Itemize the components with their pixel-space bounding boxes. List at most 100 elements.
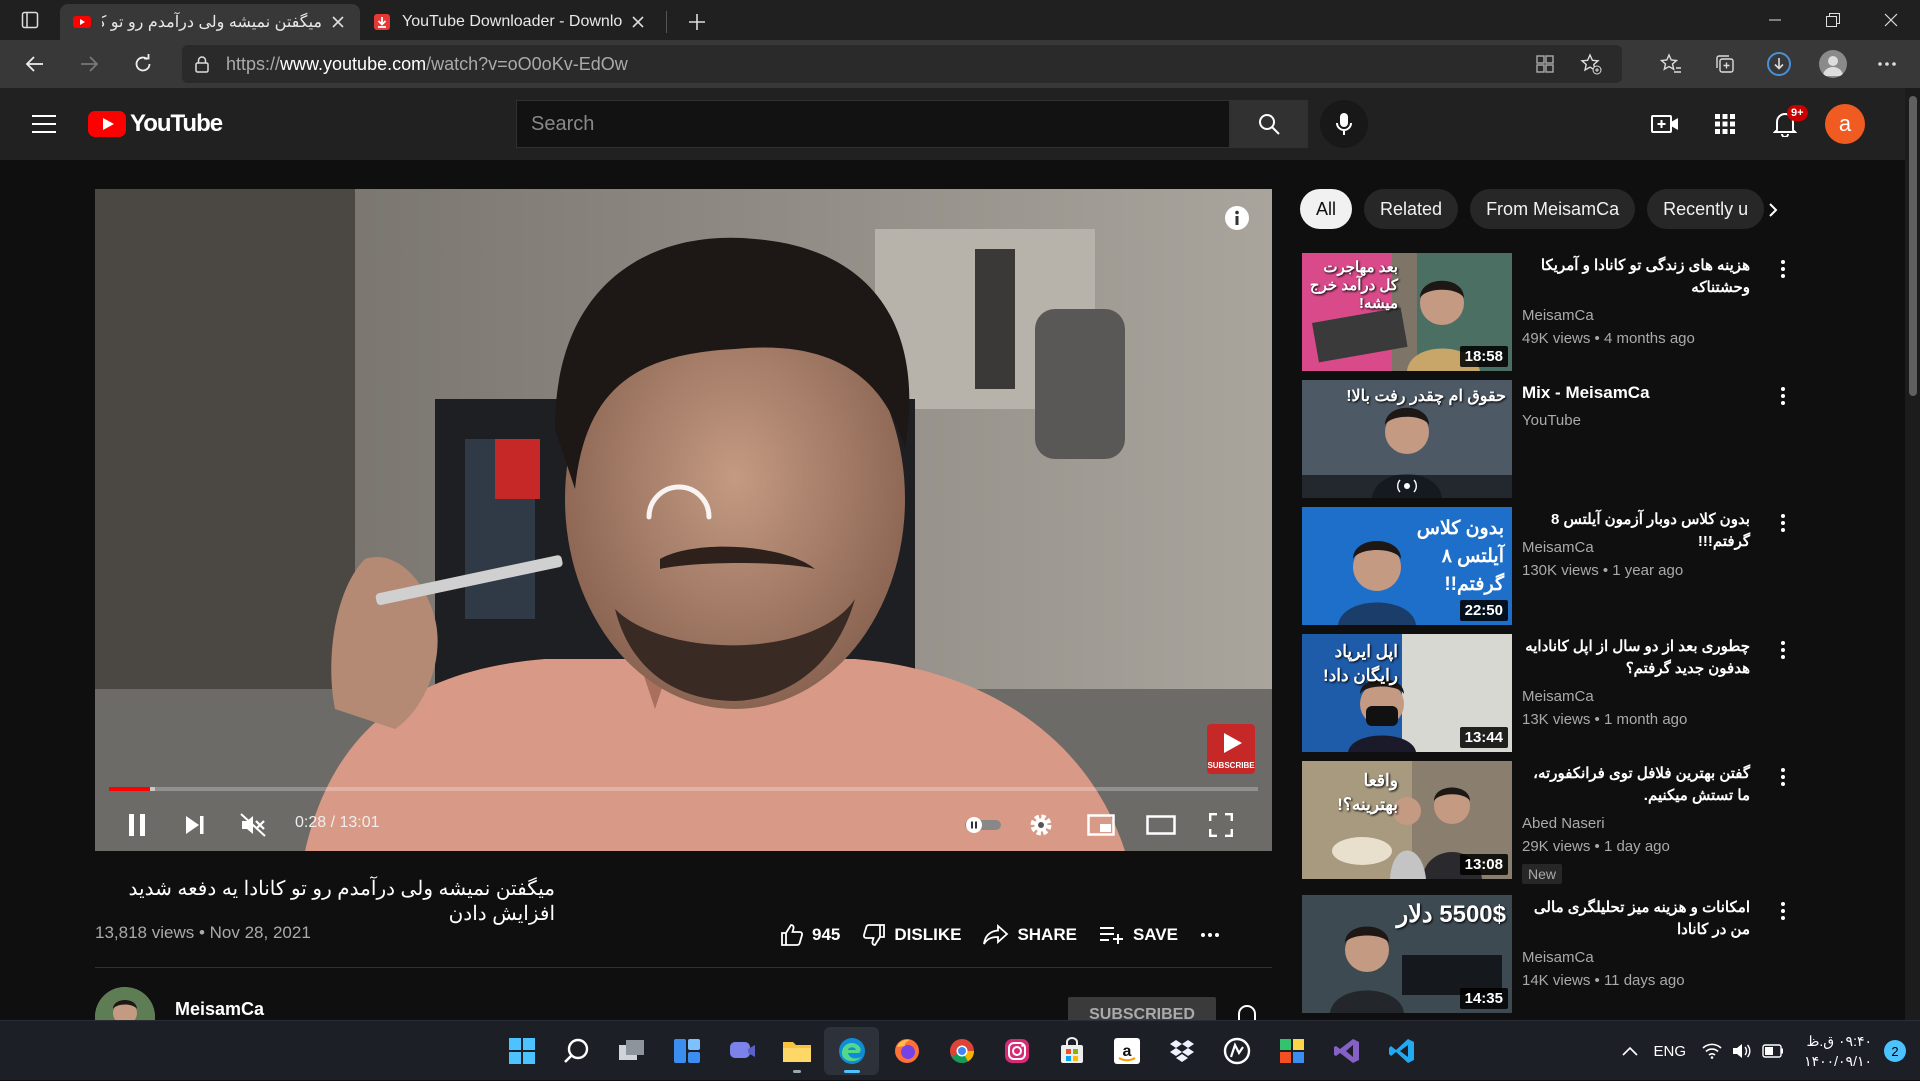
- app-available-button[interactable]: [1522, 54, 1568, 74]
- video-player[interactable]: SUBSCRIBE 0:28 / 13:01: [95, 189, 1272, 851]
- vscode-button[interactable]: [1374, 1027, 1429, 1075]
- video-thumbnail[interactable]: واقعا بهترینه؟! 13:08: [1302, 761, 1512, 879]
- settings-more-button[interactable]: [1860, 61, 1914, 67]
- youtube-logo[interactable]: YouTube: [88, 110, 223, 138]
- profile-button[interactable]: [1806, 50, 1860, 78]
- pause-button[interactable]: [115, 803, 159, 847]
- more-options-button[interactable]: [1780, 640, 1800, 660]
- forward-button[interactable]: [62, 40, 116, 88]
- channel-name[interactable]: MeisamCa: [1522, 539, 1594, 556]
- back-button[interactable]: [8, 40, 62, 88]
- chip-from-channel[interactable]: From MeisamCa: [1470, 189, 1636, 229]
- chip-recently-uploaded[interactable]: Recently u: [1647, 189, 1765, 229]
- tab-youtube-downloader[interactable]: YouTube Downloader - Download: [360, 4, 660, 40]
- dropbox-button[interactable]: [1154, 1027, 1209, 1075]
- recommended-video[interactable]: بدون کلاس آیلتس ۸ گرفتم!! 22:50 بدون کلا…: [1302, 507, 1785, 625]
- tab-youtube-video[interactable]: میگفتن نمیشه ولی درآمدم رو تو کانادا: [60, 4, 360, 40]
- favorites-button[interactable]: [1644, 53, 1698, 75]
- dislike-button[interactable]: DISLIKE: [862, 923, 961, 947]
- lock-icon[interactable]: [182, 55, 222, 73]
- video-title[interactable]: Mix - MeisamCa: [1522, 382, 1750, 404]
- channel-name[interactable]: MeisamCa: [1522, 688, 1594, 705]
- like-button[interactable]: 945: [780, 923, 840, 947]
- channel-name[interactable]: Abed Naseri: [1522, 815, 1605, 832]
- file-explorer-button[interactable]: [769, 1027, 824, 1075]
- recommended-video[interactable]: واقعا بهترینه؟! 13:08 گفتن بهترین فلافل …: [1302, 761, 1785, 911]
- progress-bar[interactable]: [109, 787, 1258, 791]
- close-tab-icon[interactable]: [328, 12, 348, 32]
- scrollbar-thumb[interactable]: [1909, 96, 1917, 396]
- page-scrollbar[interactable]: [1905, 88, 1920, 1020]
- guide-menu-button[interactable]: [22, 102, 66, 146]
- video-title[interactable]: امکانات و هزینه میز تحلیلگری مالی من در …: [1522, 897, 1750, 941]
- more-options-button[interactable]: [1780, 901, 1800, 921]
- video-title[interactable]: هزینه های زندگی تو کانادا و آمریکا وحشتن…: [1522, 255, 1750, 299]
- video-thumbnail[interactable]: 5500$ دلار 14:35: [1302, 895, 1512, 1013]
- start-button[interactable]: [494, 1027, 549, 1075]
- app-button[interactable]: [1209, 1027, 1264, 1075]
- firefox-button[interactable]: [879, 1027, 934, 1075]
- new-tab-button[interactable]: [679, 4, 715, 40]
- clock[interactable]: ۰۹:۴۰ ق.ظ ۱۴۰۰/۰۹/۱۰: [1804, 1031, 1872, 1071]
- chip-all[interactable]: All: [1300, 189, 1353, 229]
- more-options-button[interactable]: [1780, 259, 1800, 279]
- subscribe-watermark[interactable]: SUBSCRIBE: [1207, 724, 1255, 774]
- task-view-button[interactable]: [604, 1027, 659, 1075]
- voice-search-button[interactable]: [1320, 100, 1368, 148]
- fullscreen-button[interactable]: [1199, 803, 1243, 847]
- channel-name[interactable]: MeisamCa: [175, 999, 264, 1020]
- teams-chat-button[interactable]: [714, 1027, 769, 1075]
- video-title[interactable]: گفتن بهترین فلافل توی فرانکفورته، ما تست…: [1522, 763, 1750, 807]
- recommended-video[interactable]: بعد مهاجرت کل درآمد خرج میشه! 18:58 هزین…: [1302, 253, 1785, 371]
- edge-taskbar-button[interactable]: [824, 1027, 879, 1075]
- notification-center-badge[interactable]: 2: [1884, 1040, 1906, 1062]
- video-info-button[interactable]: [1224, 205, 1250, 231]
- visual-studio-button[interactable]: [1319, 1027, 1374, 1075]
- instagram-button[interactable]: [989, 1027, 1044, 1075]
- app-button-2[interactable]: [1264, 1027, 1319, 1075]
- search-button[interactable]: [1230, 100, 1308, 148]
- theater-mode-button[interactable]: [1139, 803, 1183, 847]
- chip-related[interactable]: Related: [1364, 189, 1459, 229]
- more-options-button[interactable]: [1780, 767, 1800, 787]
- widgets-button[interactable]: [659, 1027, 714, 1075]
- more-options-button[interactable]: [1780, 386, 1800, 406]
- system-tray-icons[interactable]: [1702, 1043, 1784, 1059]
- add-favorite-button[interactable]: [1568, 53, 1614, 75]
- account-button[interactable]: a: [1815, 104, 1875, 144]
- save-button[interactable]: SAVE: [1099, 925, 1178, 945]
- mute-button[interactable]: [231, 803, 275, 847]
- channel-name[interactable]: MeisamCa: [1522, 307, 1594, 324]
- apps-button[interactable]: [1695, 113, 1755, 135]
- miniplayer-button[interactable]: [1079, 803, 1123, 847]
- collections-button[interactable]: [1698, 53, 1752, 75]
- maximize-button[interactable]: [1804, 0, 1862, 40]
- search-taskbar-button[interactable]: [549, 1027, 604, 1075]
- search-input[interactable]: [516, 100, 1230, 148]
- share-button[interactable]: SHARE: [983, 924, 1077, 946]
- notifications-button[interactable]: 9+: [1755, 105, 1815, 137]
- create-button[interactable]: [1635, 113, 1695, 135]
- next-button[interactable]: [173, 803, 217, 847]
- video-thumbnail[interactable]: بدون کلاس آیلتس ۸ گرفتم!! 22:50: [1302, 507, 1512, 625]
- tab-actions-button[interactable]: [0, 0, 60, 40]
- recommended-video[interactable]: 5500$ دلار 14:35 امکانات و هزینه میز تحل…: [1302, 895, 1785, 1013]
- microsoft-store-button[interactable]: [1044, 1027, 1099, 1075]
- close-tab-icon[interactable]: [628, 12, 648, 32]
- recommended-mix[interactable]: حقوق ام چقدر رفت بالا! Mix - MeisamCa Yo…: [1302, 380, 1785, 498]
- video-title[interactable]: چطوری بعد از دو سال از اپل کانادایه هدفو…: [1522, 636, 1750, 680]
- chips-next-button[interactable]: [1758, 195, 1788, 225]
- recommended-video[interactable]: اپل ایرپاد رایگان داد! 13:44 چطوری بعد ا…: [1302, 634, 1785, 752]
- settings-button[interactable]: [1019, 803, 1063, 847]
- autoplay-toggle[interactable]: [961, 803, 1005, 847]
- amazon-button[interactable]: a: [1099, 1027, 1154, 1075]
- show-hidden-icons-button[interactable]: [1621, 1046, 1638, 1056]
- minimize-button[interactable]: [1746, 0, 1804, 40]
- close-window-button[interactable]: [1862, 0, 1920, 40]
- more-options-button[interactable]: [1780, 513, 1800, 533]
- input-language[interactable]: ENG: [1654, 1043, 1687, 1060]
- more-actions-button[interactable]: [1200, 932, 1228, 938]
- channel-name[interactable]: MeisamCa: [1522, 949, 1594, 966]
- downloads-button[interactable]: [1752, 51, 1806, 77]
- video-thumbnail[interactable]: حقوق ام چقدر رفت بالا!: [1302, 380, 1512, 498]
